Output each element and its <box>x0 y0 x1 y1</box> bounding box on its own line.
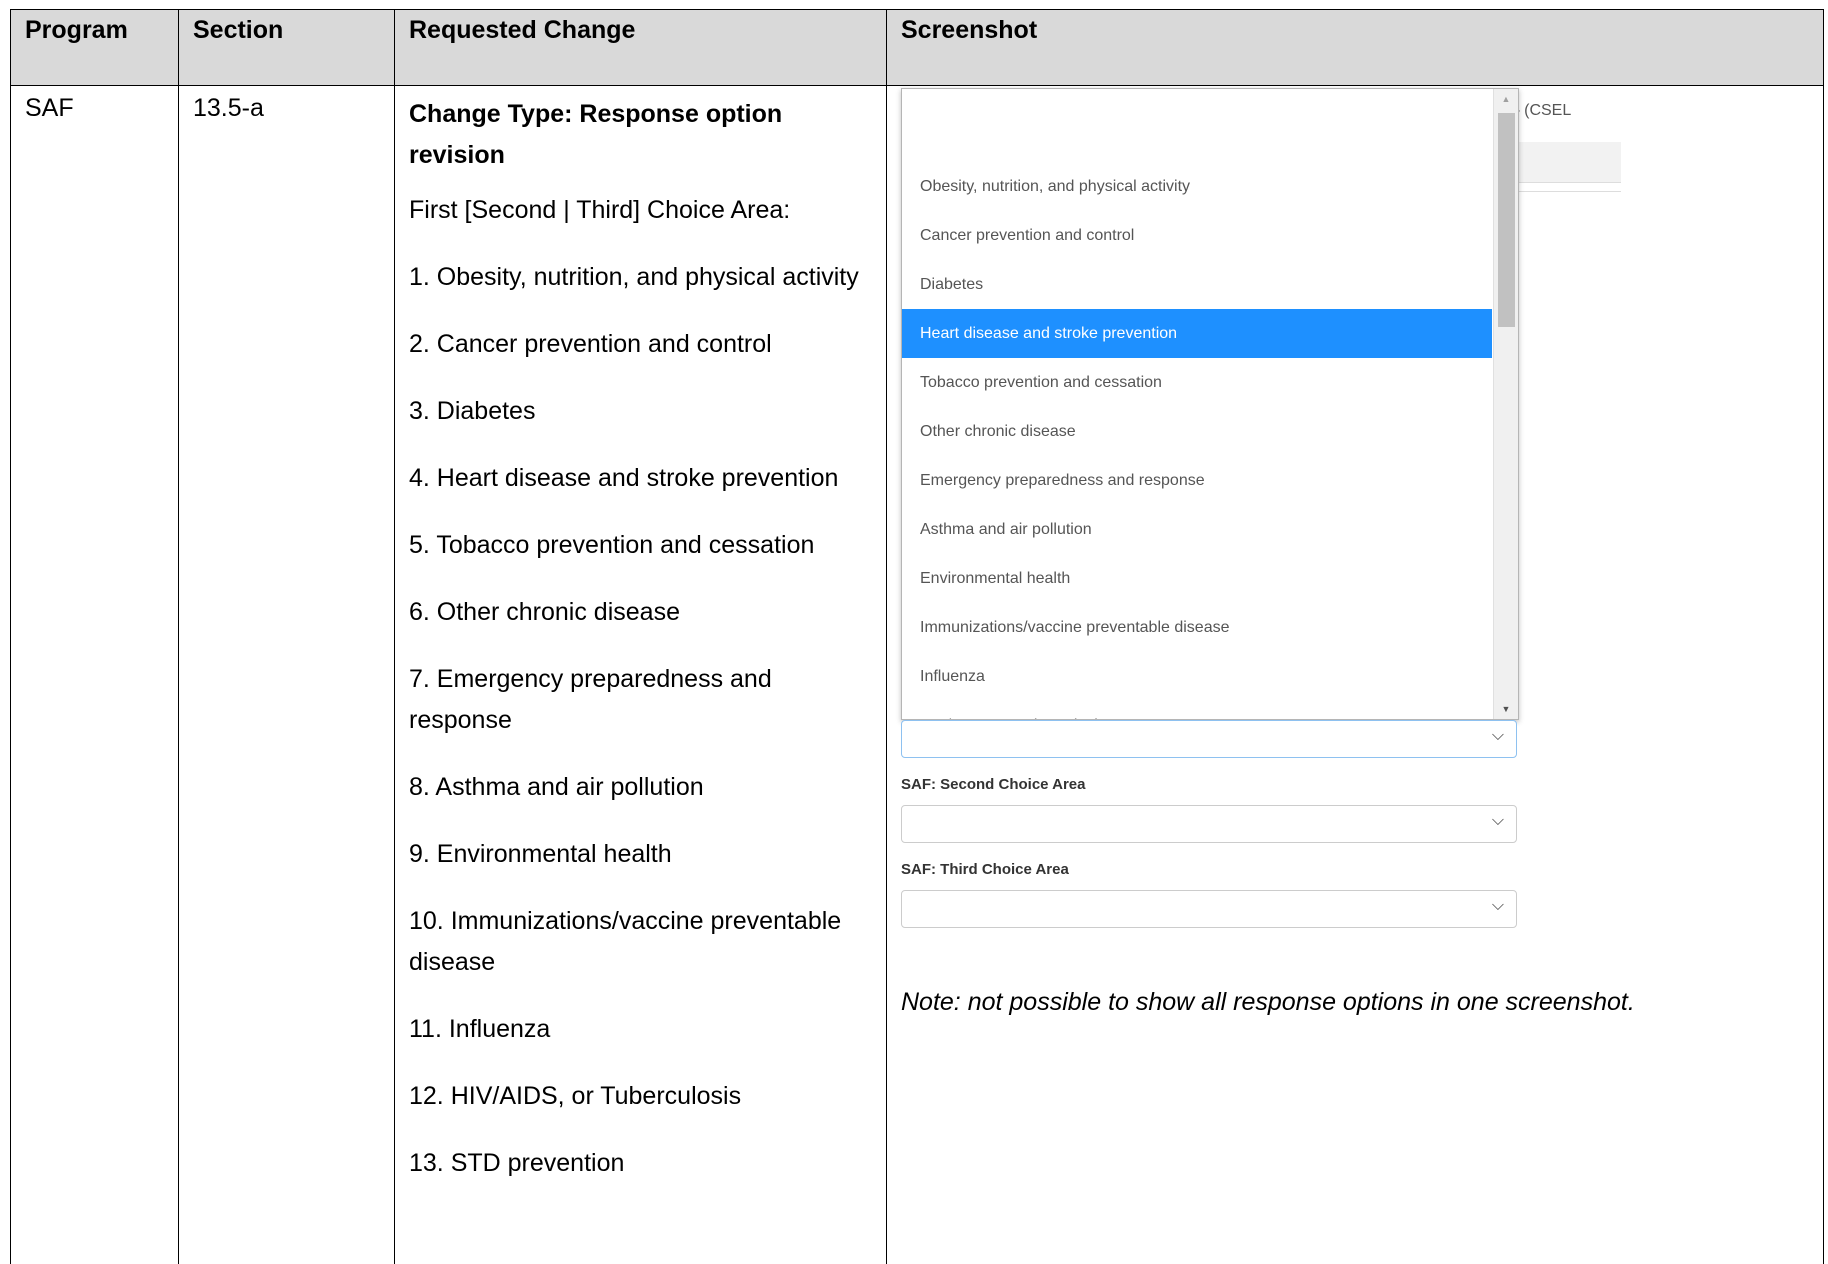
table-row: SAF 13.5-a Change Type: Response option … <box>10 85 1824 1264</box>
dropdown-option[interactable]: Cancer prevention and control <box>902 211 1492 260</box>
dropdown-option-blank[interactable] <box>902 113 1492 162</box>
list-item: 6. Other chronic disease <box>409 598 680 626</box>
document-page: Program Section Requested Change Screens… <box>0 0 1828 1264</box>
scroll-up-arrow-icon[interactable]: ▲ <box>1494 89 1518 109</box>
section-cell: 13.5-a <box>178 85 395 1264</box>
header-screenshot: Screenshot <box>886 9 1824 86</box>
header-requested-change: Requested Change <box>394 9 887 86</box>
header-program: Program <box>10 9 179 86</box>
scroll-thumb[interactable] <box>1498 113 1515 327</box>
list-item: 5. Tobacco prevention and cessation <box>409 531 815 559</box>
screenshot-cell: ) – (CSEL Obesity, nutrition, and physic… <box>886 85 1824 1264</box>
dropdown-option[interactable]: Immunizations/vaccine preventable diseas… <box>902 603 1492 652</box>
list-item: 4. Heart disease and stroke prevention <box>409 464 839 492</box>
screenshot-note: Note: not possible to show all response … <box>901 988 1635 1016</box>
dropdown-option[interactable]: Tobacco prevention and cessation <box>902 358 1492 407</box>
dropdown-options: Obesity, nutrition, and physical activit… <box>902 113 1492 719</box>
chevron-down-icon: ⌵ <box>1491 727 1504 744</box>
chevron-down-icon: ⌵ <box>1491 812 1504 829</box>
requested-change-cell: Change Type: Response option revision Fi… <box>394 85 887 1264</box>
second-choice-select[interactable]: ⌵ <box>901 805 1517 843</box>
dropdown-option[interactable]: Diabetes <box>902 260 1492 309</box>
background-fragment-bar <box>1511 142 1621 183</box>
list-item: 9. Environmental health <box>409 840 672 868</box>
first-choice-dropdown-list[interactable]: Obesity, nutrition, and physical activit… <box>901 88 1519 720</box>
dropdown-option[interactable]: HIV/AIDS, or Tuberculosis <box>902 701 1492 719</box>
list-item: 13. STD prevention <box>409 1149 625 1177</box>
chevron-down-icon: ⌵ <box>1491 897 1504 914</box>
list-item: 1. Obesity, nutrition, and physical acti… <box>409 263 859 291</box>
listbox-scrollbar[interactable]: ▲ ▼ <box>1493 89 1518 719</box>
third-choice-label: SAF: Third Choice Area <box>901 861 1069 878</box>
dropdown-option[interactable]: Environmental health <box>902 554 1492 603</box>
dropdown-option[interactable]: Other chronic disease <box>902 407 1492 456</box>
header-section: Section <box>178 9 395 86</box>
list-item: 2. Cancer prevention and control <box>409 330 772 358</box>
header-row: Program Section Requested Change Screens… <box>10 9 1824 86</box>
dropdown-option[interactable]: Asthma and air pollution <box>902 505 1492 554</box>
dropdown-option-selected[interactable]: Heart disease and stroke prevention <box>902 309 1492 358</box>
embedded-screenshot: ) – (CSEL Obesity, nutrition, and physic… <box>901 88 1811 1248</box>
program-cell: SAF <box>10 85 179 1264</box>
list-item: 11. Influenza <box>409 1015 551 1043</box>
response-option-list: 1. Obesity, nutrition, and physical acti… <box>409 257 872 1184</box>
choice-area-line: First [Second | Third] Choice Area: <box>409 196 791 224</box>
dropdown-option[interactable]: Emergency preparedness and response <box>902 456 1492 505</box>
background-fragment-divider <box>1511 191 1621 192</box>
third-choice-select[interactable]: ⌵ <box>901 890 1517 928</box>
list-item: 3. Diabetes <box>409 397 536 425</box>
dropdown-option[interactable]: Obesity, nutrition, and physical activit… <box>902 162 1492 211</box>
scroll-down-arrow-icon[interactable]: ▼ <box>1494 699 1518 719</box>
list-item: 8. Asthma and air pollution <box>409 773 704 801</box>
second-choice-label: SAF: Second Choice Area <box>901 776 1086 793</box>
change-type-heading: Change Type: Response option revision <box>409 100 783 169</box>
first-choice-select[interactable]: ⌵ <box>901 720 1517 758</box>
dropdown-option[interactable]: Influenza <box>902 652 1492 701</box>
list-item: 10. Immunizations/vaccine preventable di… <box>409 907 842 976</box>
list-item: 7. Emergency preparedness and response <box>409 665 772 734</box>
change-request-table: Program Section Requested Change Screens… <box>10 9 1824 1264</box>
list-item: 12. HIV/AIDS, or Tuberculosis <box>409 1082 742 1110</box>
